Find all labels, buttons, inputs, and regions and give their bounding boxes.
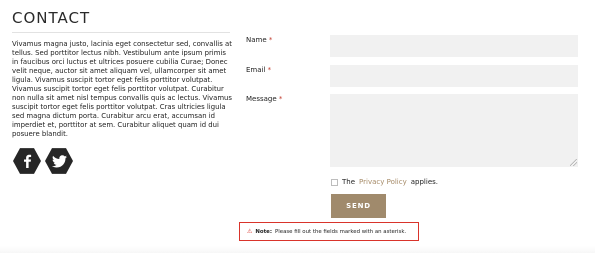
form-note: ⚠ Note: Please fill out the fields marke… (239, 222, 419, 241)
privacy-checkbox[interactable] (331, 178, 338, 186)
contact-description: Vivamus magna justo, lacinia eget consec… (12, 40, 232, 139)
privacy-prefix: The (342, 178, 356, 186)
name-label: Name * (246, 36, 273, 44)
email-label: Email * (246, 66, 272, 74)
required-asterisk: * (267, 66, 272, 74)
resize-handle[interactable] (570, 159, 577, 166)
note-text: Please fill out the fields marked with a… (275, 228, 407, 235)
required-asterisk: * (268, 36, 273, 44)
contact-title: CONTACT (12, 9, 91, 27)
privacy-policy-link[interactable]: Privacy Policy (359, 178, 407, 186)
message-label: Message * (246, 95, 283, 103)
privacy-suffix: applies. (410, 178, 438, 186)
note-label: Note: (255, 228, 272, 235)
title-divider (12, 32, 230, 33)
twitter-button[interactable] (45, 148, 73, 174)
twitter-icon (51, 154, 67, 167)
warning-icon: ⚠ (247, 228, 253, 235)
privacy-consent: The Privacy Policy applies. (331, 178, 438, 186)
required-asterisk: * (278, 95, 283, 103)
social-links (13, 147, 73, 175)
message-field[interactable] (330, 94, 578, 167)
send-button[interactable]: SEND (331, 194, 386, 218)
facebook-icon (24, 154, 32, 168)
email-field[interactable] (330, 65, 578, 87)
facebook-button[interactable] (13, 148, 41, 174)
page-bottom-fade (0, 246, 595, 253)
name-field[interactable] (330, 35, 578, 57)
